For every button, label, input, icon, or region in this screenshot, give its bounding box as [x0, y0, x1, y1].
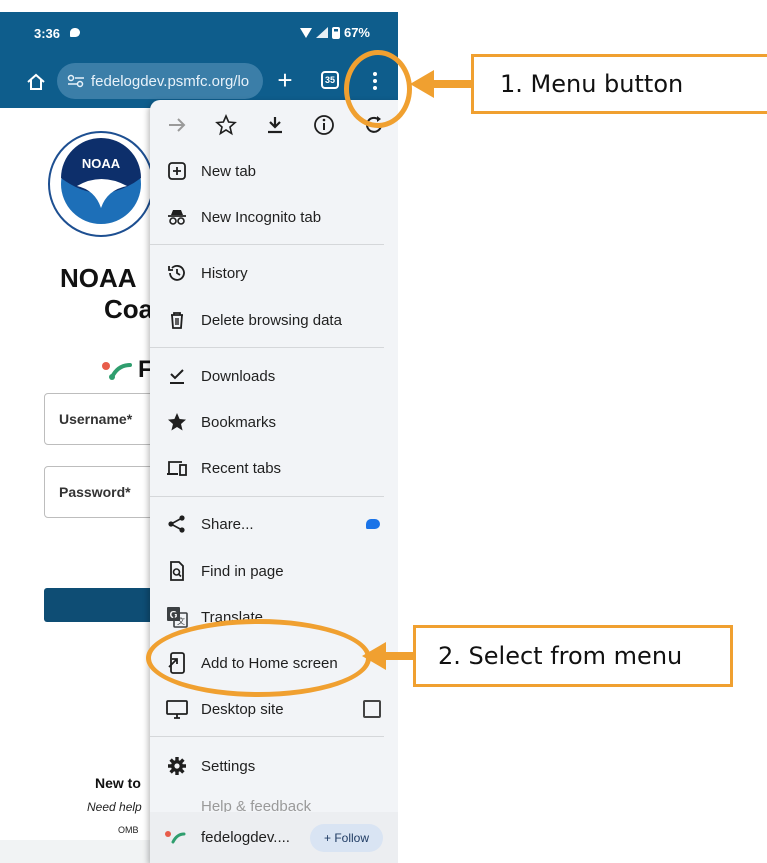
menu-item-new-tab[interactable]: New tab [150, 149, 398, 193]
trash-icon [171, 312, 183, 329]
svg-text:文: 文 [177, 616, 185, 626]
home-icon[interactable] [26, 72, 46, 92]
system-status-icons: 67% [299, 25, 370, 40]
menu-item-history[interactable]: History [150, 251, 398, 295]
callout-arrow-1 [410, 70, 472, 98]
add-to-home-highlight-ring [146, 619, 371, 697]
menu-divider [150, 347, 384, 348]
forward-icon[interactable] [166, 114, 188, 136]
menu-item-label: History [201, 264, 248, 282]
cell-signal-icon [315, 27, 328, 38]
menu-item-downloads[interactable]: Downloads [150, 354, 398, 398]
menu-item-label: Downloads [201, 367, 276, 385]
site-name: fedelogdev.... [201, 829, 290, 846]
menu-item-share[interactable]: Share... [150, 502, 398, 546]
phone-screen: 3:36 67% fedelogdev.psmfc.org/lo + 35 NO… [0, 0, 398, 863]
new-user-text: New to [95, 775, 141, 791]
menu-button-highlight-ring [344, 50, 412, 128]
new-tab-button[interactable]: + [274, 66, 296, 94]
svg-text:NOAA: NOAA [82, 156, 121, 171]
callout-menu-button: 1. Menu button [471, 54, 767, 114]
menu-item-label: Recent tabs [201, 459, 282, 477]
find-in-page-icon [170, 561, 184, 581]
url-text: fedelogdev.psmfc.org/lo [91, 72, 250, 90]
status-time: 3:36 [34, 26, 61, 41]
menu-item-label: Desktop site [201, 700, 284, 718]
callout-text: 1. Menu button [500, 70, 684, 98]
menu-item-label: Help & feedback [201, 798, 312, 812]
star-filled-icon [168, 413, 186, 431]
callout-arrow-2 [362, 642, 415, 670]
gear-icon [168, 757, 186, 775]
download-check-icon [170, 369, 184, 384]
site-settings-icon[interactable] [67, 74, 85, 88]
password-label: Password* [59, 484, 131, 500]
omb-text: OMB [118, 825, 139, 835]
message-notification-icon [70, 28, 80, 37]
menu-item-label: New tab [201, 162, 257, 180]
menu-item-settings[interactable]: Settings [150, 744, 398, 788]
page-title-line2: Coa [104, 294, 154, 324]
browser-menu: New tab New Incognito tab History Delete… [150, 100, 398, 863]
site-follow-row: fedelogdev.... + Follow [150, 812, 398, 863]
menu-item-delete-browsing-data[interactable]: Delete browsing data [150, 298, 398, 342]
url-bar[interactable]: fedelogdev.psmfc.org/lo [57, 63, 263, 99]
wifi-icon [299, 27, 312, 38]
tab-switcher-button[interactable]: 35 [321, 71, 339, 89]
messages-app-icon [366, 519, 380, 529]
download-icon[interactable] [264, 114, 286, 136]
noaa-logo: NOAA [48, 131, 154, 237]
menu-item-bookmarks[interactable]: Bookmarks [150, 400, 398, 444]
status-bar: 3:36 67% [0, 12, 398, 54]
desktop-site-checkbox[interactable] [363, 700, 381, 718]
battery-percent: 67% [343, 25, 370, 40]
callout-text: 2. Select from menu [438, 642, 683, 670]
site-favicon-icon [165, 831, 186, 844]
monitor-icon [166, 700, 188, 719]
menu-item-new-incognito-tab[interactable]: New Incognito tab [150, 195, 398, 239]
battery-icon [331, 26, 340, 39]
follow-button[interactable]: + Follow [310, 824, 383, 852]
devices-icon [167, 461, 187, 476]
menu-item-label: Find in page [201, 562, 284, 580]
menu-item-label: Delete browsing data [201, 311, 342, 329]
menu-item-label: Bookmarks [201, 413, 277, 431]
plus-box-icon [168, 162, 186, 180]
menu-item-label: Settings [201, 757, 256, 775]
page-title-line1: NOAA [60, 263, 137, 293]
callout-select-from-menu: 2. Select from menu [413, 625, 733, 687]
share-icon [168, 515, 185, 533]
translate-icon: G 文 [167, 607, 188, 628]
menu-divider [150, 496, 384, 497]
menu-item-label: Share... [201, 515, 254, 533]
need-help-text: Need help [87, 800, 142, 814]
menu-item-label: New Incognito tab [201, 208, 322, 226]
username-label: Username* [59, 411, 133, 427]
bookmark-star-icon[interactable] [215, 114, 237, 136]
incognito-icon [168, 210, 186, 225]
page-info-icon[interactable] [313, 114, 335, 136]
menu-item-find-in-page[interactable]: Find in page [150, 549, 398, 593]
history-icon [168, 265, 185, 281]
menu-divider [150, 244, 384, 245]
brand-logo-icon [102, 362, 132, 380]
menu-divider [150, 736, 384, 737]
menu-item-help-feedback[interactable]: Help & feedback [150, 792, 398, 812]
menu-item-recent-tabs[interactable]: Recent tabs [150, 446, 398, 490]
